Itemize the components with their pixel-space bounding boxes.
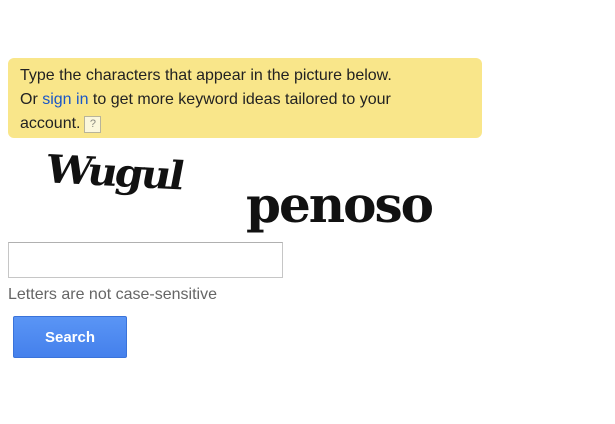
help-icon[interactable]: ? xyxy=(84,116,102,133)
captcha-answer-input[interactable] xyxy=(8,242,283,278)
instructions-line-3: account.? xyxy=(20,112,482,136)
instructions-account-text: account. xyxy=(20,115,81,132)
instructions-continued-text: to get more keyword ideas tailored to yo… xyxy=(88,91,391,108)
captcha-image-svg: Wugul penoso xyxy=(41,146,435,234)
instructions-line-1: Type the characters that appear in the p… xyxy=(20,67,392,84)
instructions-or-text: Or xyxy=(20,91,43,108)
captcha-image: Wugul penoso xyxy=(40,138,460,242)
captcha-word-2: penoso xyxy=(246,175,433,234)
captcha-instructions-box: Type the characters that appear in the p… xyxy=(8,58,482,138)
instructions-line-2: Or sign in to get more keyword ideas tai… xyxy=(20,88,482,112)
sign-in-link[interactable]: sign in xyxy=(42,91,88,108)
captcha-word-1: Wugul xyxy=(41,146,189,199)
case-sensitivity-hint: Letters are not case-sensitive xyxy=(8,286,217,303)
search-button[interactable]: Search xyxy=(13,316,127,358)
